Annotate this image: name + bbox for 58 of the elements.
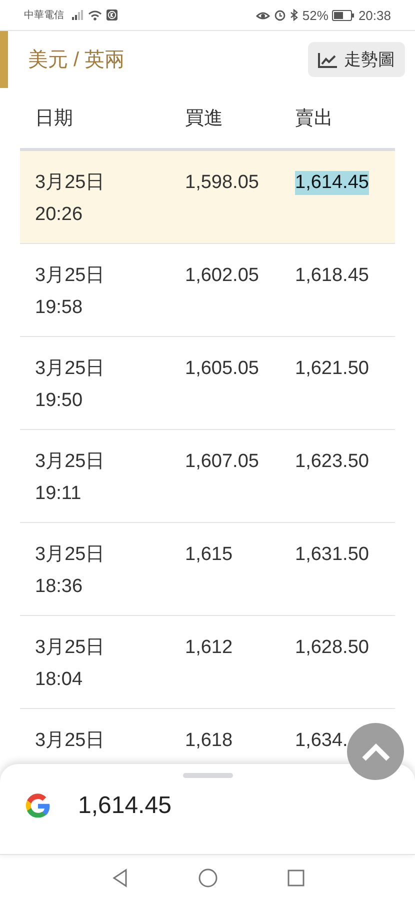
table-row[interactable]: 3月25日 18:36 1,615 1,631.50 — [20, 523, 395, 616]
buy-price-cell: 1,605.05 — [185, 357, 259, 381]
table-row[interactable]: 3月25日 20:26 1,598.05 1,614.45 — [20, 151, 395, 244]
sell-price-cell: 1,623.50 — [295, 450, 369, 474]
line-chart-icon — [318, 52, 338, 68]
time-cell: 19:58 — [35, 296, 83, 320]
time-cell: 18:36 — [35, 575, 83, 599]
date-cell: 3月25日 — [35, 636, 105, 660]
google-icon — [24, 792, 52, 820]
column-header: 日期 — [35, 107, 74, 131]
battery-icon — [332, 10, 354, 20]
column-header: 買進 — [185, 107, 224, 131]
app-notification-icon — [106, 9, 118, 21]
sell-price-cell: 1,614.45 — [295, 171, 369, 195]
table-row[interactable]: 3月25日 1,618 1,634. — [20, 709, 348, 764]
buy-price-cell: 1,612 — [185, 636, 233, 660]
buy-price-cell: 1,607.05 — [185, 450, 259, 474]
eye-icon — [256, 10, 270, 20]
table-row[interactable]: 3月25日 19:50 1,605.05 1,621.50 — [20, 337, 395, 430]
drag-handle[interactable] — [182, 773, 232, 778]
battery-percent: 52% — [302, 8, 328, 22]
time-cell: 18:04 — [35, 668, 83, 692]
sell-price-cell: 1,631.50 — [295, 543, 369, 567]
date-cell: 3月25日 — [35, 729, 105, 753]
home-icon — [198, 868, 218, 888]
buy-price-cell: 1,618 — [185, 729, 233, 753]
alarm-icon — [274, 9, 286, 21]
page-title: 美元 / 英兩 — [28, 48, 125, 73]
date-cell: 3月25日 — [35, 450, 105, 474]
table-row[interactable]: 3月25日 19:11 1,607.05 1,623.50 — [20, 430, 395, 523]
wifi-icon — [88, 10, 102, 20]
date-cell: 3月25日 — [35, 264, 105, 288]
table-row[interactable]: 3月25日 19:58 1,602.05 1,618.45 — [20, 244, 395, 337]
home-button[interactable] — [198, 868, 218, 888]
date-cell: 3月25日 — [35, 357, 105, 381]
signal-icon — [72, 10, 84, 20]
recents-icon — [286, 868, 306, 888]
time-cell: 19:50 — [35, 389, 83, 413]
time-cell: 19:11 — [35, 482, 82, 506]
clock: 20:38 — [358, 8, 391, 22]
table-row[interactable]: 3月25日 18:04 1,612 1,628.50 — [20, 616, 395, 709]
buy-price-cell: 1,615 — [185, 543, 233, 567]
sell-price-cell: 1,618.45 — [295, 264, 369, 288]
search-result-text: 1,614.45 — [78, 792, 172, 820]
date-cell: 3月25日 — [35, 543, 105, 567]
column-header: 賣出 — [295, 107, 334, 131]
chevron-up-icon — [360, 742, 390, 762]
sell-price-cell: 1,634. — [295, 729, 348, 753]
carrier-name: 中華電信 — [24, 8, 64, 22]
bluetooth-icon — [290, 9, 298, 21]
sell-price-cell: 1,621.50 — [295, 357, 369, 381]
recents-button[interactable] — [286, 868, 306, 888]
trend-button[interactable]: 走勢圖 — [308, 42, 405, 77]
buy-price-cell: 1,602.05 — [185, 264, 259, 288]
date-cell: 3月25日 — [35, 171, 105, 195]
time-cell: 20:26 — [35, 203, 83, 227]
sell-price-cell: 1,628.50 — [295, 636, 369, 660]
buy-price-cell: 1,598.05 — [185, 171, 259, 195]
